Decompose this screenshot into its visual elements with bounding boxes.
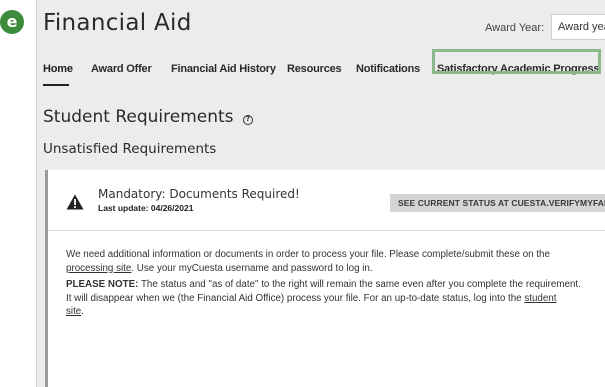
app-title: Financial Aid bbox=[43, 10, 192, 36]
tab-resources[interactable]: Resources bbox=[287, 63, 342, 75]
page-title-text: Student Requirements bbox=[43, 107, 234, 127]
tab-notifications[interactable]: Notifications bbox=[356, 63, 420, 75]
processing-site-link[interactable]: processing site bbox=[66, 263, 131, 274]
page-title: Student Requirements ? bbox=[43, 107, 253, 127]
instructions-line-2: . Use your myCuesta username and passwor… bbox=[131, 262, 373, 274]
see-current-status-button[interactable]: SEE CURRENT STATUS AT CUESTA.VERIFYMYFAF… bbox=[390, 194, 605, 212]
student-site-link-part-2[interactable]: site bbox=[66, 306, 81, 317]
award-year-select[interactable]: Award year 2020 bbox=[551, 14, 605, 40]
card-divider bbox=[48, 230, 605, 231]
tab-financial-aid-history[interactable]: Financial Aid History bbox=[171, 63, 276, 75]
requirement-instructions: We need additional information or docume… bbox=[66, 248, 550, 275]
requirement-card: Mandatory: Documents Required! Last upda… bbox=[45, 170, 605, 387]
financial-aid-frame: Financial Aid Award Year: Award year 202… bbox=[36, 0, 605, 387]
tab-home[interactable]: Home bbox=[43, 63, 73, 75]
step-badge: e bbox=[0, 10, 24, 34]
note-line-2: It will disappear when we (the Financial… bbox=[66, 292, 525, 304]
help-icon[interactable]: ? bbox=[242, 115, 253, 125]
requirement-note: PLEASE NOTE: The status and "as of date"… bbox=[66, 278, 581, 319]
note-label: PLEASE NOTE: bbox=[66, 279, 139, 290]
warning-icon bbox=[66, 194, 84, 210]
student-site-link-part-1[interactable]: student bbox=[524, 293, 556, 304]
requirement-title: Mandatory: Documents Required! bbox=[98, 187, 300, 201]
tab-award-offer[interactable]: Award Offer bbox=[91, 63, 152, 75]
unsatisfied-requirements-heading: Unsatisfied Requirements bbox=[43, 141, 217, 157]
award-year-label: Award Year: bbox=[485, 22, 545, 34]
note-end: . bbox=[81, 306, 84, 317]
note-line-1: The status and "as of date" to the right… bbox=[138, 279, 581, 290]
requirement-last-update: Last update: 04/26/2021 bbox=[98, 203, 194, 213]
active-tab-indicator bbox=[43, 84, 69, 86]
instructions-line-1: We need additional information or docume… bbox=[66, 249, 550, 260]
highlight-box bbox=[432, 49, 601, 74]
